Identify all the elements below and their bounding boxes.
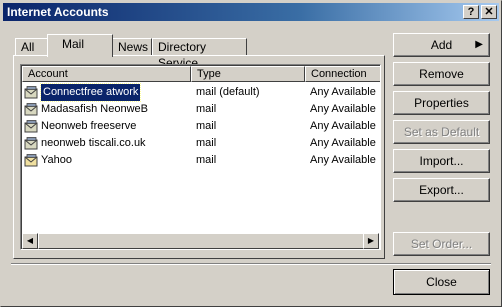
column-header-connection[interactable]: Connection (305, 66, 380, 82)
table-row[interactable]: Madasafish NeonweB mail Any Available (23, 101, 379, 118)
column-header-account[interactable]: Account (22, 66, 191, 82)
mail-account-icon (24, 137, 38, 150)
table-row[interactable]: Yahoo mail Any Available (23, 152, 379, 169)
account-connection: Any Available (310, 86, 376, 98)
account-name: Madasafish NeonweB (41, 103, 149, 115)
table-row[interactable]: Neonweb freeserve mail Any Available (23, 118, 379, 135)
account-name: Connectfree atwork (39, 83, 142, 102)
properties-button[interactable]: Properties (393, 91, 490, 115)
mail-account-icon (24, 120, 38, 133)
account-connection: Any Available (310, 103, 376, 115)
add-button-label: Add (430, 38, 453, 52)
scroll-left-icon[interactable]: ◀ (22, 233, 38, 249)
add-button[interactable]: Add ▶ (393, 33, 490, 57)
column-header-type[interactable]: Type (191, 66, 305, 82)
submenu-arrow-icon: ▶ (475, 39, 483, 50)
account-connection: Any Available (310, 137, 376, 149)
account-name: neonweb tiscali.co.uk (41, 137, 146, 149)
export-button[interactable]: Export... (393, 178, 490, 202)
accounts-list[interactable]: Account Type Connection Connectfree atwo… (20, 64, 381, 250)
account-name: Yahoo (41, 154, 72, 166)
scrollbar-thumb[interactable] (38, 233, 364, 249)
tab-mail[interactable]: Mail (47, 34, 113, 57)
account-type: mail (196, 120, 217, 132)
account-type: mail (default) (196, 86, 260, 98)
mail-account-icon (24, 103, 38, 116)
window-title: Internet Accounts (7, 5, 109, 19)
account-type: mail (196, 137, 217, 149)
set-as-default-button[interactable]: Set as Default (393, 120, 490, 144)
remove-button[interactable]: Remove (393, 62, 490, 86)
mail-account-icon (24, 154, 38, 167)
scroll-right-icon[interactable]: ▶ (363, 233, 379, 249)
set-order-button[interactable]: Set Order... (393, 232, 490, 256)
help-button[interactable]: ? (463, 5, 479, 19)
internet-accounts-dialog: Internet Accounts ? ✕ All Mail News Dire… (0, 0, 502, 307)
account-connection: Any Available (310, 120, 376, 132)
table-row[interactable]: neonweb tiscali.co.uk mail Any Available (23, 135, 379, 152)
account-type: mail (196, 154, 217, 166)
tab-directory-service[interactable]: Directory Service (152, 38, 247, 70)
close-window-button[interactable]: ✕ (481, 5, 497, 19)
table-row[interactable]: Connectfree atwork mail (default) Any Av… (23, 83, 379, 102)
import-button[interactable]: Import... (393, 149, 490, 173)
tab-news[interactable]: News (112, 38, 152, 56)
close-button[interactable]: Close (393, 269, 490, 295)
divider (11, 263, 491, 265)
tab-all[interactable]: All (15, 38, 48, 56)
title-bar[interactable]: Internet Accounts ? ✕ (3, 3, 499, 21)
account-name: Neonweb freeserve (41, 120, 137, 132)
horizontal-scrollbar[interactable]: ◀ ▶ (22, 233, 379, 249)
account-connection: Any Available (310, 154, 376, 166)
mail-account-icon (24, 86, 38, 99)
account-type: mail (196, 103, 217, 115)
